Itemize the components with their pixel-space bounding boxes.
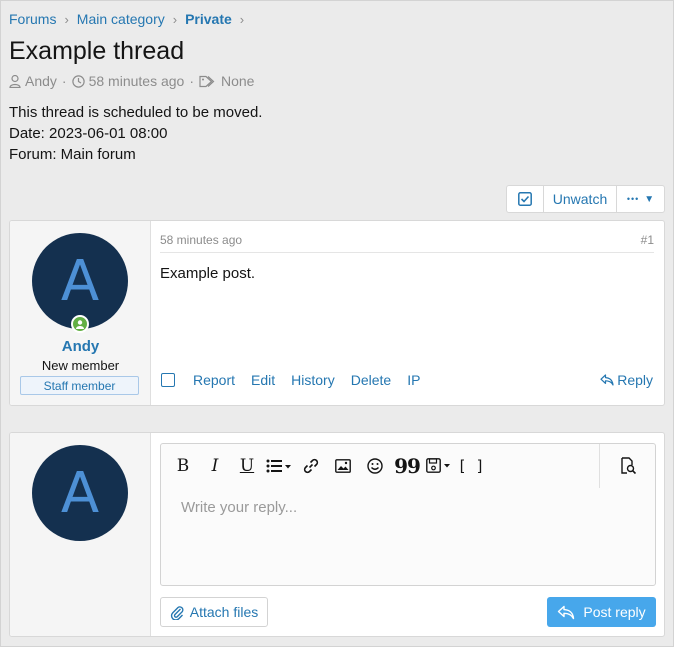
rich-text-editor: B I U 99 [] Write your reply... [160,443,656,586]
attach-files-button[interactable]: Attach files [160,597,268,627]
smilie-icon [367,458,383,474]
thread-time[interactable]: 58 minutes ago [89,73,185,89]
editor-toolbar: B I U 99 [] [161,444,655,488]
reply-link[interactable]: Reply [600,372,653,388]
underline-icon: U [239,456,255,476]
thread-meta: Andy · 58 minutes ago · None [9,73,254,89]
user-icon [76,319,84,329]
list-icon [266,459,291,473]
post-date[interactable]: 58 minutes ago [160,233,242,247]
underline-button[interactable]: U [231,451,263,481]
reply-textarea[interactable]: Write your reply... [181,499,297,516]
italic-button[interactable]: I [199,451,231,481]
delete-link[interactable]: Delete [351,372,391,388]
post-actions: Report Edit History Delete IP [161,372,436,388]
post-body: Example post. [160,265,256,282]
preview-button[interactable] [599,444,655,488]
italic-icon: I [211,456,219,476]
code-button[interactable]: [ ] [455,451,487,481]
caret-down-icon: ▼ [644,193,655,205]
username[interactable]: Andy [10,338,151,355]
ellipsis-icon: ••• [626,194,640,204]
save-icon [426,458,450,473]
select-thread-button[interactable] [507,186,543,212]
more-options-button[interactable]: ••• ▼ [616,186,664,212]
bold-icon: B [176,456,190,476]
post-reply-label: Post reply [583,604,646,620]
reply-label: Reply [617,372,653,388]
checkbox-icon [518,192,532,206]
edit-link[interactable]: Edit [251,372,275,388]
unwatch-button[interactable]: Unwatch [543,186,616,212]
list-button[interactable] [263,451,295,481]
post-user-cell: A Andy New member Staff member [10,221,151,405]
reply-icon [558,605,575,619]
user-title: New member [41,358,120,373]
smilie-button[interactable] [359,451,391,481]
quote-button[interactable]: 99 [391,451,423,481]
staff-banner: Staff member [20,376,139,395]
tags-icon [199,75,215,87]
post-reply-button[interactable]: Post reply [547,597,656,627]
chevron-right-icon: › [64,11,69,27]
divider [160,252,654,253]
post-message: A Andy New member Staff member 58 minute… [9,220,665,406]
chevron-right-icon: › [239,11,245,27]
preview-icon [620,457,636,475]
online-status-icon [71,315,89,333]
breadcrumb: Forums › Main category › Private › [9,11,252,27]
select-post-checkbox[interactable] [161,373,175,387]
link-button[interactable] [295,451,327,481]
code-icon: [ ] [457,457,485,475]
notice-forum: Forum: Main forum [9,146,136,163]
thread-tags: None [221,73,255,89]
clock-icon [71,74,85,88]
drafts-button[interactable] [423,451,455,481]
chevron-right-icon: › [172,11,178,27]
history-link[interactable]: History [291,372,335,388]
breadcrumb-private[interactable]: Private [185,11,232,27]
thread-button-group: Unwatch ••• ▼ [506,185,665,213]
notice-date: Date: 2023-06-01 08:00 [9,125,168,142]
link-icon [303,458,319,474]
ip-link[interactable]: IP [407,372,420,388]
attach-files-label: Attach files [189,604,259,620]
thread-author[interactable]: Andy [25,73,57,89]
move-notice: This thread is scheduled to be moved. Da… [9,102,262,165]
avatar[interactable]: A [32,445,128,541]
reply-icon [600,374,614,386]
quote-icon: 99 [394,454,421,478]
breadcrumb-main-category[interactable]: Main category [77,11,165,27]
page-title: Example thread [9,37,185,65]
report-link[interactable]: Report [193,372,235,388]
notice-line: This thread is scheduled to be moved. [9,104,263,121]
bold-button[interactable]: B [167,451,199,481]
paperclip-icon [170,606,184,620]
quick-reply: A B I U 99 [] Write your reply... Attac… [9,432,665,637]
breadcrumb-forums[interactable]: Forums [9,11,56,27]
user-icon [9,74,21,88]
reply-user-cell: A [10,433,151,636]
image-icon [335,459,351,473]
image-button[interactable] [327,451,359,481]
post-number[interactable]: #1 [641,233,654,247]
